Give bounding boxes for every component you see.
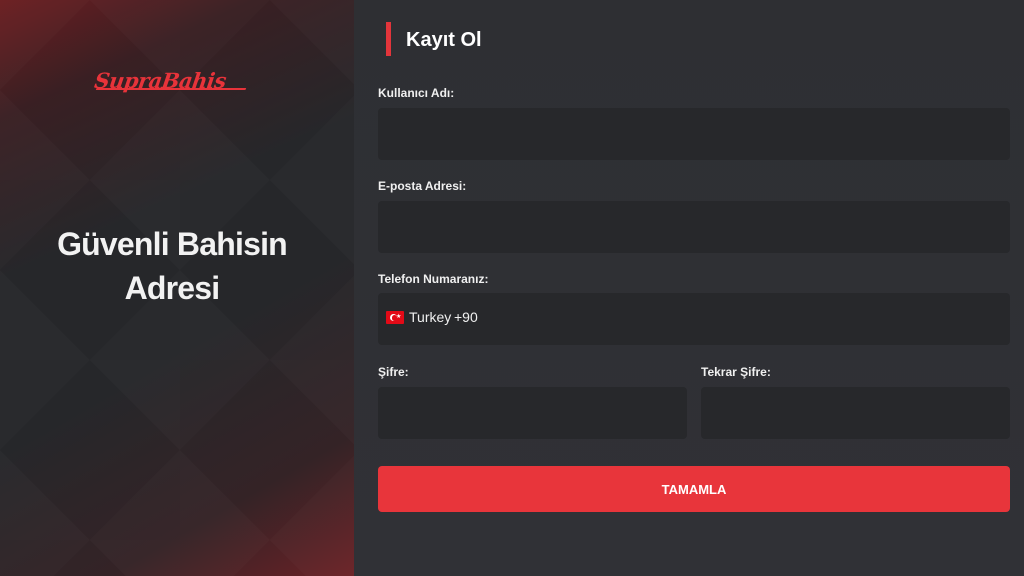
phone-country-name[interactable]: Turkey — [409, 309, 451, 325]
phone-field[interactable]: ★ Turkey +90 — [378, 293, 1010, 347]
tagline: Güvenli Bahisin Adresi — [0, 222, 344, 310]
email-label: E-posta Adresi: — [378, 179, 467, 193]
tagline-line-2: Adresi — [124, 270, 221, 306]
turkey-flag-icon[interactable]: ★ — [386, 311, 404, 324]
phone-input[interactable] — [488, 293, 1002, 347]
phone-label: Telefon Numaranız: — [378, 272, 489, 286]
logo-underline — [95, 88, 247, 90]
tagline-line-1: Güvenli Bahisin — [57, 226, 288, 262]
suprabahis-logo: SupraBahis — [92, 68, 228, 93]
username-label: Kullanıcı Adı: — [378, 86, 455, 100]
password-repeat-label: Tekrar Şifre: — [701, 365, 771, 379]
password-repeat-input[interactable] — [701, 387, 1010, 439]
username-input[interactable] — [378, 108, 1010, 160]
form-title: Kayıt Ol — [406, 29, 482, 51]
password-input[interactable] — [378, 387, 687, 439]
title-accent-bar — [386, 22, 391, 56]
brand-panel: SupraBahis Güvenli Bahisin Adresi — [0, 0, 354, 576]
register-form-panel: Kayıt Ol Kullanıcı Adı: E-posta Adresi: … — [354, 0, 1024, 576]
phone-country-code: +90 — [454, 309, 478, 325]
password-label: Şifre: — [378, 365, 409, 379]
complete-registration-button[interactable]: TAMAMLA — [378, 466, 1010, 512]
email-input[interactable] — [378, 201, 1010, 253]
